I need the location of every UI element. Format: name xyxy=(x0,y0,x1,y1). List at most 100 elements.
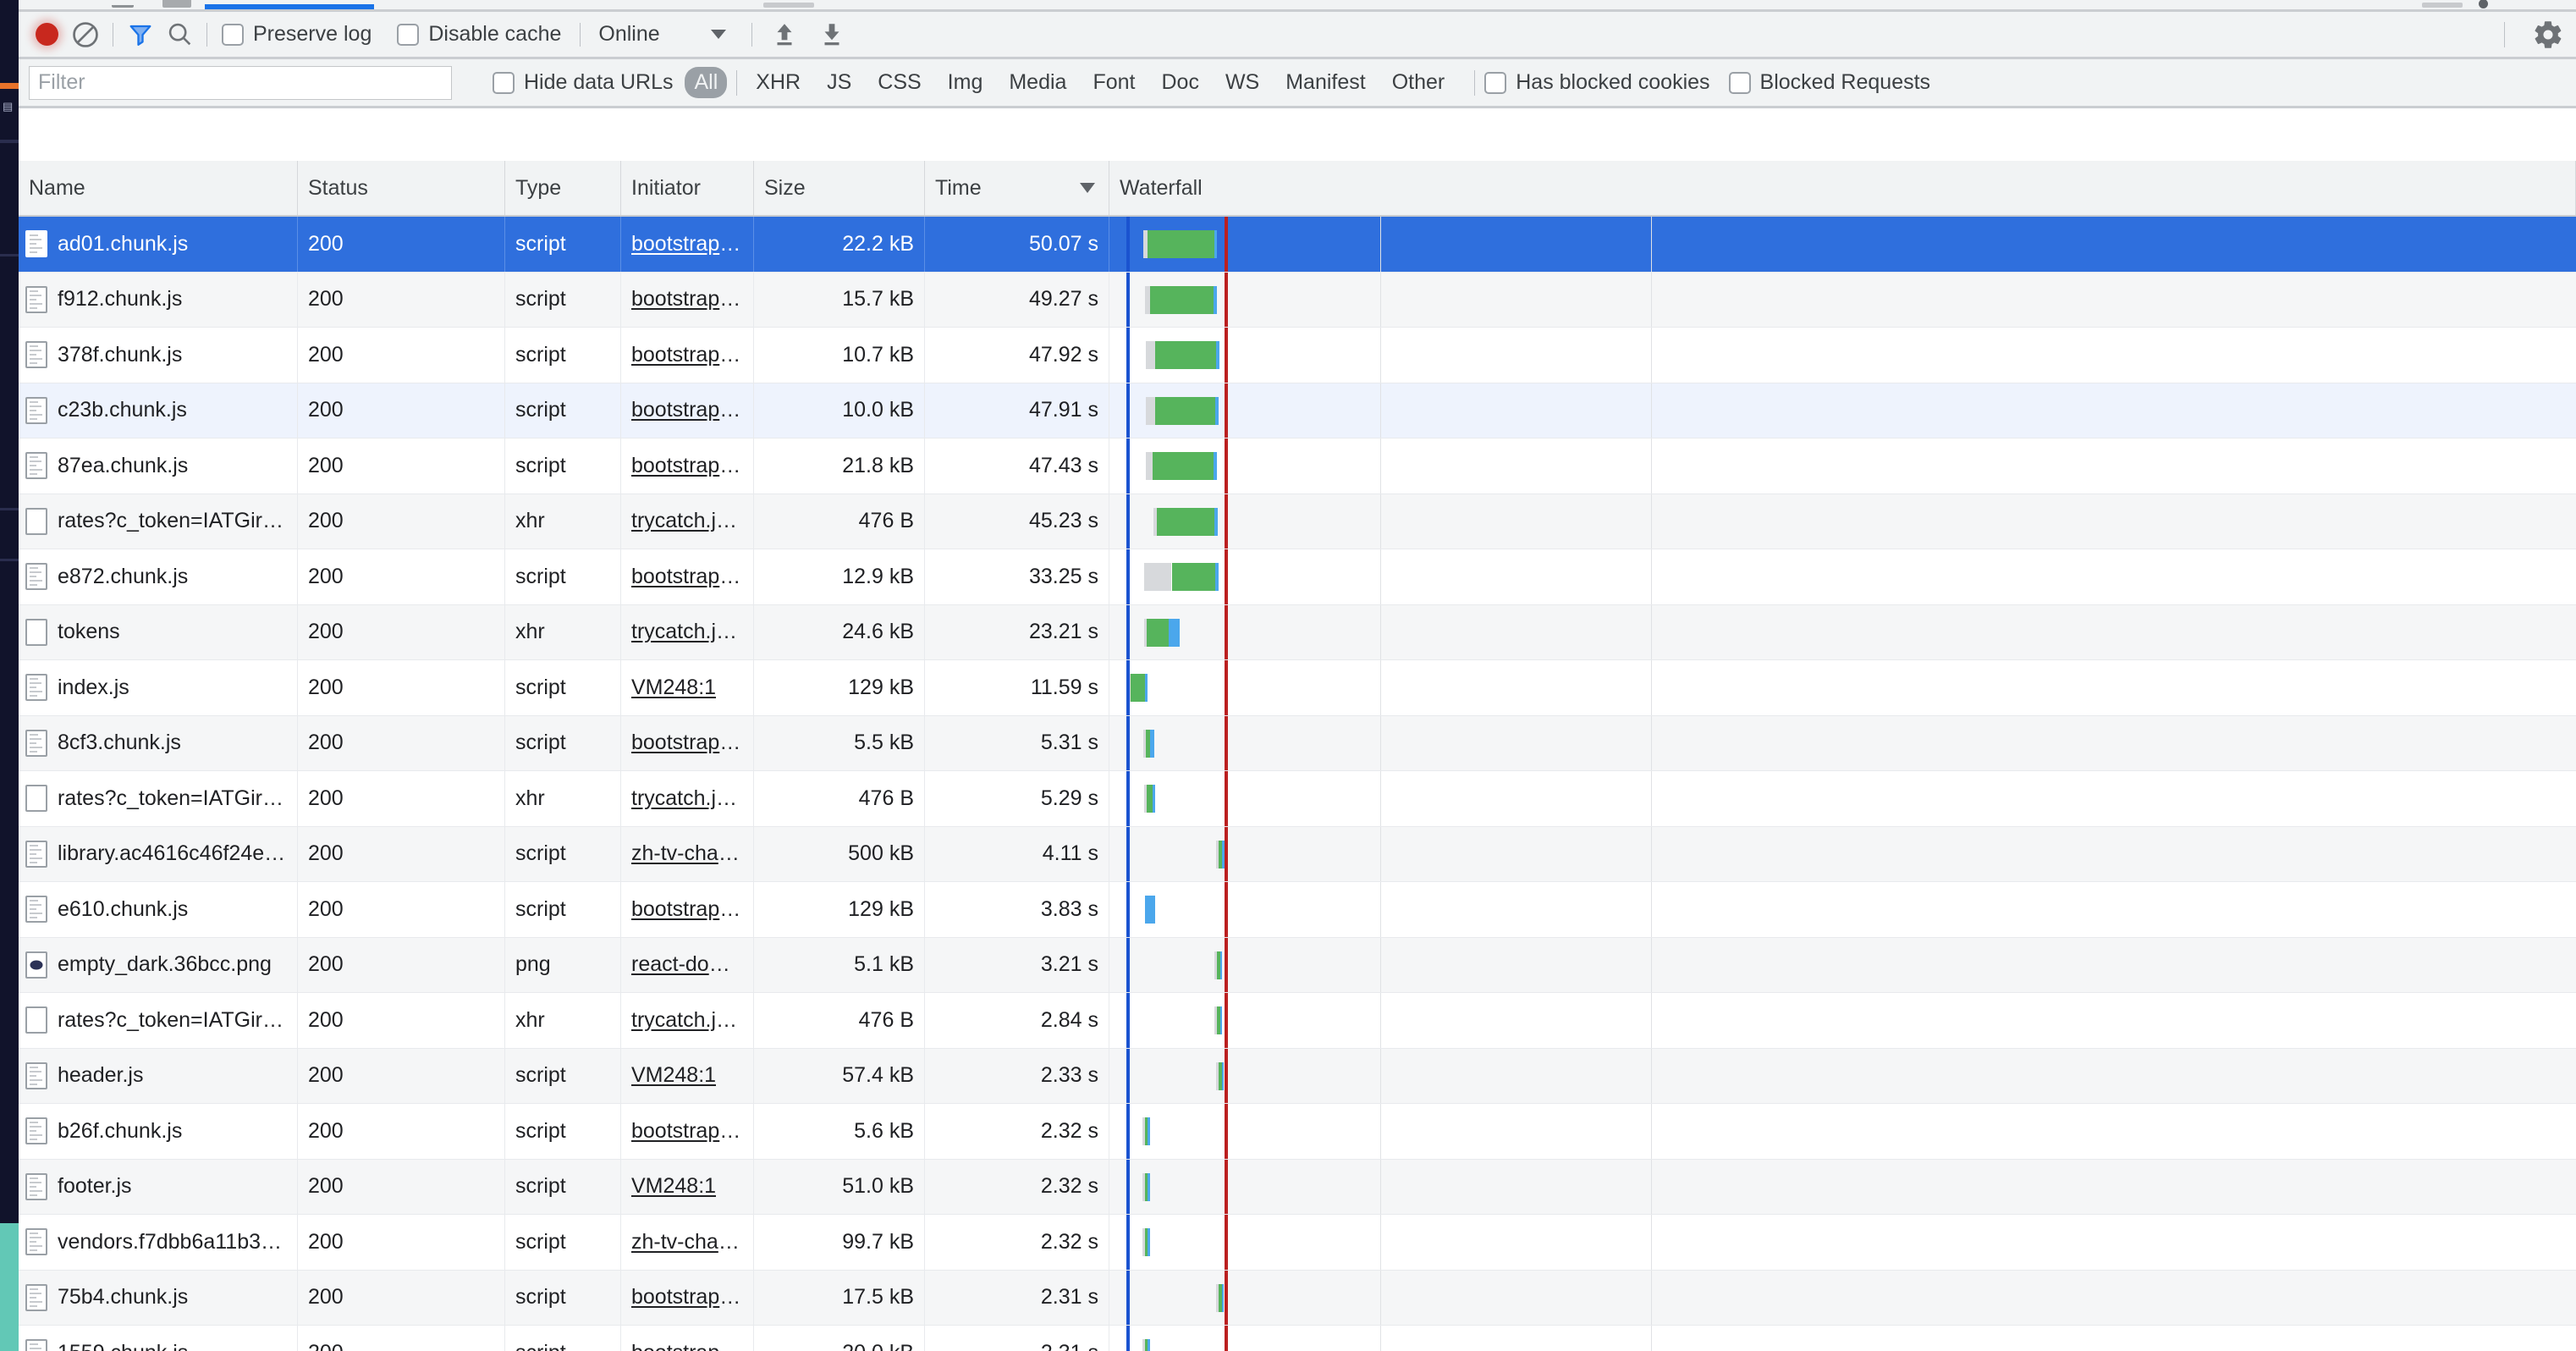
hide-data-urls-checkbox-group[interactable]: Hide data URLs xyxy=(493,70,673,95)
tab-close-icon[interactable] xyxy=(2479,0,2488,8)
cell-waterfall[interactable] xyxy=(1109,1215,2576,1270)
cell-name[interactable]: vendors.f7dbb6a11b34b25343… xyxy=(19,1215,298,1270)
cell-initiator[interactable]: bootstrap:126 xyxy=(621,1104,754,1159)
table-row[interactable]: f912.chunk.js 200script bootstrap:126 15.7 … xyxy=(19,272,2576,328)
preserve-log-checkbox-group[interactable]: Preserve log xyxy=(222,22,372,47)
cell-name[interactable]: e872.chunk.js xyxy=(19,549,298,604)
cell-name[interactable]: empty_dark.36bcc.png xyxy=(19,937,298,992)
disable-cache-checkbox[interactable] xyxy=(397,23,420,46)
cell-name[interactable]: rates?c_token=IATGirxXL2eFlsi… xyxy=(19,771,298,826)
cell-waterfall[interactable] xyxy=(1109,549,2576,604)
cell-initiator[interactable]: zh-tv-chart.c63… xyxy=(621,826,754,881)
cell-initiator[interactable]: bootstrap:126 xyxy=(621,438,754,494)
cell-initiator[interactable]: bootstrap:126 xyxy=(621,715,754,770)
cell-waterfall[interactable] xyxy=(1109,993,2576,1048)
cell-waterfall[interactable] xyxy=(1109,771,2576,826)
table-row[interactable]: 75b4.chunk.js 200script bootstrap:126 17.5 … xyxy=(19,1270,2576,1326)
cell-name[interactable]: b26f.chunk.js xyxy=(19,1104,298,1159)
type-filter-css[interactable]: CSS xyxy=(868,67,930,98)
type-filter-media[interactable]: Media xyxy=(999,67,1076,98)
cell-waterfall[interactable] xyxy=(1109,937,2576,992)
initiator-link[interactable]: bootstrap:126 xyxy=(631,287,743,312)
cell-waterfall[interactable] xyxy=(1109,1104,2576,1159)
table-row[interactable]: footer.js 200 script VM248:1 51.0 kB 2.32 s xyxy=(19,1159,2576,1215)
cell-waterfall[interactable] xyxy=(1109,660,2576,715)
column-header-time[interactable]: Time xyxy=(925,161,1109,215)
cell-waterfall[interactable] xyxy=(1109,383,2576,438)
cell-initiator[interactable]: bootstrap:126 xyxy=(621,383,754,438)
cell-initiator[interactable]: zh-tv-chart.c63… xyxy=(621,1215,754,1270)
cell-name[interactable]: 8cf3.chunk.js xyxy=(19,715,298,770)
table-row[interactable]: vendors.f7dbb6a11b34b25343… 200script zh-t… xyxy=(19,1215,2576,1271)
column-header-type[interactable]: Type xyxy=(505,161,621,215)
cell-initiator[interactable]: trycatch.js:165 xyxy=(621,494,754,549)
cell-initiator[interactable]: bootstrap:126 xyxy=(621,328,754,383)
table-row[interactable]: index.js 200 script VM248:1 129 kB 11.59 s xyxy=(19,660,2576,716)
cell-waterfall[interactable] xyxy=(1109,494,2576,549)
cell-initiator[interactable]: VM248:1 xyxy=(621,660,754,715)
initiator-link[interactable]: bootstrap:126 xyxy=(631,454,743,478)
settings-button[interactable] xyxy=(2529,15,2568,54)
cell-name[interactable]: header.js xyxy=(19,1048,298,1103)
cell-initiator[interactable]: react-dom.pro… xyxy=(621,937,754,992)
initiator-link[interactable]: zh-tv-chart.c63… xyxy=(631,1230,743,1254)
table-row[interactable]: e872.chunk.js 200script bootstrap:126 12.9 … xyxy=(19,549,2576,605)
initiator-link[interactable]: trycatch.js:165 xyxy=(631,1008,743,1033)
cell-name[interactable]: e610.chunk.js xyxy=(19,882,298,937)
cell-name[interactable]: 378f.chunk.js xyxy=(19,328,298,383)
tab-overflow-icon[interactable] xyxy=(2422,3,2463,8)
table-row[interactable]: 87ea.chunk.js 200script bootstrap:126 21.8 … xyxy=(19,438,2576,494)
table-row[interactable]: library.ac4616c46f24eefd2d78.js 200script… xyxy=(19,826,2576,882)
tab-console-icon[interactable] xyxy=(162,0,191,8)
cell-waterfall[interactable] xyxy=(1109,1326,2576,1351)
cell-waterfall[interactable] xyxy=(1109,272,2576,327)
initiator-link[interactable]: VM248:1 xyxy=(631,1174,716,1199)
record-button[interactable] xyxy=(27,15,66,54)
table-header-row[interactable]: Name Status Type Initiator Size Time Wat… xyxy=(19,161,2576,217)
cell-initiator[interactable]: bootstrap:126 xyxy=(621,882,754,937)
type-filter-all[interactable]: All xyxy=(685,67,728,98)
table-row[interactable]: tokens 200xhr trycatch.js:165 24.6 kB23.21 … xyxy=(19,604,2576,660)
cell-initiator[interactable]: bootstrap:126 xyxy=(621,217,754,272)
table-row[interactable]: e610.chunk.js 200script bootstrap:126 129 k… xyxy=(19,882,2576,938)
initiator-link[interactable]: VM248:1 xyxy=(631,1063,716,1088)
initiator-link[interactable]: VM248:1 xyxy=(631,676,716,700)
type-filter-ws[interactable]: WS xyxy=(1216,67,1269,98)
cell-name[interactable]: c23b.chunk.js xyxy=(19,383,298,438)
cell-name[interactable]: ad01.chunk.js xyxy=(19,217,298,272)
initiator-link[interactable]: trycatch.js:165 xyxy=(631,620,743,644)
initiator-link[interactable]: bootstrap:126 xyxy=(631,731,743,755)
type-filter-js[interactable]: JS xyxy=(817,67,861,98)
preserve-log-checkbox[interactable] xyxy=(222,23,244,46)
initiator-link[interactable]: bootstrap:126 xyxy=(631,398,743,422)
cell-initiator[interactable]: trycatch.js:165 xyxy=(621,604,754,659)
table-row[interactable]: rates?c_token=IATGirxXL2eFlsi… 200xhrtryc… xyxy=(19,494,2576,549)
cell-name[interactable]: f912.chunk.js xyxy=(19,272,298,327)
initiator-link[interactable]: bootstrap:126 xyxy=(631,565,743,589)
cell-name[interactable]: 87ea.chunk.js xyxy=(19,438,298,494)
cell-initiator[interactable]: VM248:1 xyxy=(621,1159,754,1214)
cell-initiator[interactable]: trycatch.js:165 xyxy=(621,771,754,826)
cell-name[interactable]: 1559.chunk.js xyxy=(19,1326,298,1351)
initiator-link[interactable]: trycatch.js:165 xyxy=(631,786,743,811)
cell-waterfall[interactable] xyxy=(1109,1159,2576,1214)
cell-name[interactable]: tokens xyxy=(19,604,298,659)
table-row[interactable]: c23b.chunk.js 200script bootstrap:126 10.0 … xyxy=(19,383,2576,438)
cell-name[interactable]: rates?c_token=IATGirxXL2eFlsi… xyxy=(19,993,298,1048)
cell-name[interactable]: library.ac4616c46f24eefd2d78.js xyxy=(19,826,298,881)
column-header-size[interactable]: Size xyxy=(754,161,925,215)
table-row[interactable]: 1559.chunk.js 200script bootstrap:126 20.0 … xyxy=(19,1326,2576,1351)
export-har-button[interactable] xyxy=(812,15,851,54)
initiator-link[interactable]: bootstrap:126 xyxy=(631,343,743,367)
column-header-waterfall[interactable]: Waterfall xyxy=(1109,161,2576,215)
cell-waterfall[interactable] xyxy=(1109,438,2576,494)
cell-name[interactable]: footer.js xyxy=(19,1159,298,1214)
clear-button[interactable] xyxy=(66,15,105,54)
initiator-link[interactable]: zh-tv-chart.c63… xyxy=(631,841,743,866)
initiator-link[interactable]: bootstrap:126 xyxy=(631,1119,743,1144)
initiator-link[interactable]: trycatch.js:165 xyxy=(631,509,743,533)
tab-elements-icon[interactable] xyxy=(112,1,134,8)
initiator-link[interactable]: bootstrap:126 xyxy=(631,232,743,256)
cell-initiator[interactable]: trycatch.js:165 xyxy=(621,993,754,1048)
cell-waterfall[interactable] xyxy=(1109,328,2576,383)
